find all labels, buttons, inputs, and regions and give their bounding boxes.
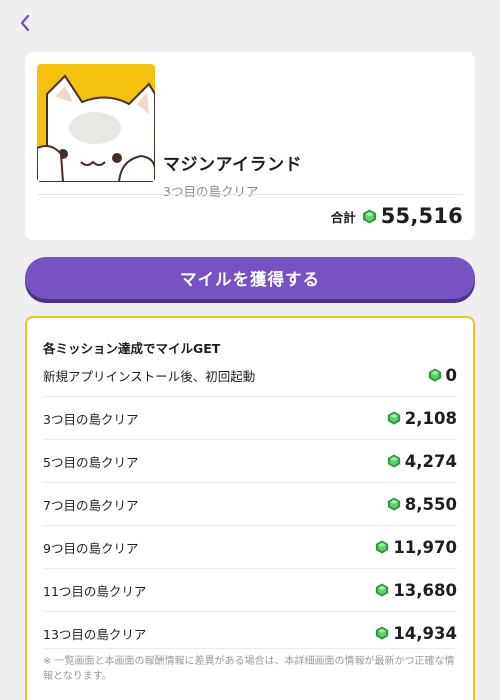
mission-value: 14,934 xyxy=(393,623,457,643)
green-gem-icon xyxy=(362,208,376,224)
app-icon xyxy=(37,64,155,182)
divider xyxy=(43,525,457,526)
mission-label: 13つ目の島クリア xyxy=(43,626,147,642)
divider xyxy=(43,648,457,649)
green-gem-icon xyxy=(387,411,400,425)
missions-title: 各ミッション達成でマイルGET xyxy=(43,341,221,356)
earn-miles-button[interactable]: マイルを獲得する xyxy=(25,257,475,299)
divider xyxy=(43,439,457,440)
divider xyxy=(43,482,457,483)
divider xyxy=(43,611,457,612)
mission-row: 11つ目の島クリア 13,680 xyxy=(43,580,457,600)
green-gem-icon xyxy=(387,454,400,468)
disclaimer-note: ※ 一覧画面と本画面の報酬情報に差異がある場合は、本詳細画面の情報が最新かつ正確… xyxy=(43,656,455,682)
mission-value: 2,108 xyxy=(404,408,457,428)
divider xyxy=(43,568,457,569)
mission-label: 7つ目の島クリア xyxy=(43,497,139,513)
total-label: 合計 xyxy=(330,209,356,225)
total-value: 55,516 xyxy=(380,204,463,228)
mission-value: 13,680 xyxy=(393,580,457,600)
missions-panel: 各ミッション達成でマイルGET 新規アプリインストール後、初回起動 0 3つ目の… xyxy=(25,316,475,700)
green-gem-icon xyxy=(376,626,389,640)
mission-value: 8,550 xyxy=(404,494,457,514)
app-name: マジンアイランド xyxy=(163,155,303,175)
mission-row: 9つ目の島クリア 11,970 xyxy=(43,537,457,557)
mission-label: 11つ目の島クリア xyxy=(43,583,147,599)
divider xyxy=(43,396,457,397)
green-gem-icon xyxy=(376,540,389,554)
mission-row: 7つ目の島クリア 8,550 xyxy=(43,494,457,514)
chevron-left-icon xyxy=(20,14,30,32)
mission-row: 3つ目の島クリア 2,108 xyxy=(43,408,457,428)
mission-row: 新規アプリインストール後、初回起動 0 xyxy=(43,365,457,385)
app-card: マジンアイランド 3つ目の島クリア 合計 55,516 xyxy=(25,52,475,240)
app-subtitle: 3つ目の島クリア xyxy=(163,184,259,199)
mission-value: 4,274 xyxy=(404,451,457,471)
mission-label: 新規アプリインストール後、初回起動 xyxy=(43,368,256,384)
green-gem-icon xyxy=(387,497,400,511)
mission-label: 5つ目の島クリア xyxy=(43,454,139,470)
back-button[interactable] xyxy=(12,10,38,36)
mission-value: 11,970 xyxy=(393,537,457,557)
green-gem-icon xyxy=(376,583,389,597)
divider xyxy=(37,194,463,195)
mission-label: 3つ目の島クリア xyxy=(43,411,139,427)
mission-label: 9つ目の島クリア xyxy=(43,540,139,556)
green-gem-icon xyxy=(428,368,441,382)
mission-row: 5つ目の島クリア 4,274 xyxy=(43,451,457,471)
total-row: 合計 55,516 xyxy=(331,204,463,228)
mission-row: 13つ目の島クリア 14,934 xyxy=(43,623,457,643)
mission-value: 0 xyxy=(445,365,457,385)
